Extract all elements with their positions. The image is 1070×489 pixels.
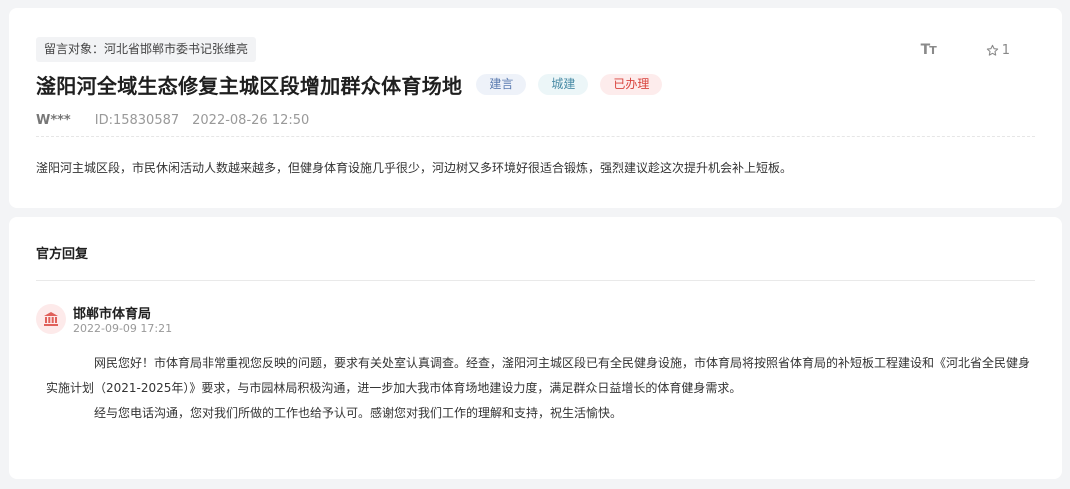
message-id: ID:15830587: [94, 113, 180, 128]
message-meta: W*** ID:15830587 2022-08-26 12:50: [36, 113, 309, 128]
reply-card: 官方回复 邯郸市体育局 2022-09-09 17:21 网民您好！市体育局非常…: [9, 217, 1062, 479]
tag-urban-construction: 城建: [538, 74, 589, 95]
avatar: [36, 304, 66, 334]
divider: [36, 136, 1035, 137]
reply-org-name: 邯郸市体育局: [73, 307, 152, 322]
divider: [36, 280, 1035, 281]
reply-date: 2022-09-09 17:21: [73, 322, 173, 335]
star-icon: [986, 44, 998, 56]
message-title: 滏阳河全域生态修复主城区段增加群众体育场地: [36, 74, 463, 98]
font-size-icon[interactable]: TT: [921, 42, 937, 58]
reply-body: 网民您好！市体育局非常重视您反映的问题，要求有关处室认真调查。经查，滏阳河主城区…: [46, 351, 1040, 426]
message-card: 留言对象：河北省邯郸市委书记张维亮 TT 1 滏阳河全域生态修复主城区段增加群众…: [9, 8, 1062, 208]
status-badge: 已办理: [600, 74, 663, 95]
title-row: 滏阳河全域生态修复主城区段增加群众体育场地 建言 城建 已办理: [36, 70, 663, 99]
message-target-tag: 留言对象：河北省邯郸市委书记张维亮: [36, 37, 257, 62]
favorite-button[interactable]: 1: [986, 43, 1010, 58]
favorite-count: 1: [1001, 42, 1010, 58]
reply-paragraph: 网民您好！市体育局非常重视您反映的问题，要求有关处室认真调查。经查，滏阳河主城区…: [46, 356, 1031, 395]
message-tools: TT 1: [921, 42, 1010, 58]
message-content: 滏阳河主城区段，市民休闲活动人数越来越多，但健身体育设施几乎很少，河边树又多环境…: [36, 161, 793, 175]
reply-paragraph: 经与您电话沟通，您对我们所做的工作也给予认可。感谢您对我们工作的理解和支持，祝生…: [94, 406, 623, 420]
message-date: 2022-08-26 12:50: [192, 113, 310, 128]
reply-section-title: 官方回复: [36, 247, 89, 262]
author-name: W***: [36, 113, 71, 128]
government-building-icon: [44, 312, 58, 326]
tag-suggestion: 建言: [476, 74, 527, 95]
